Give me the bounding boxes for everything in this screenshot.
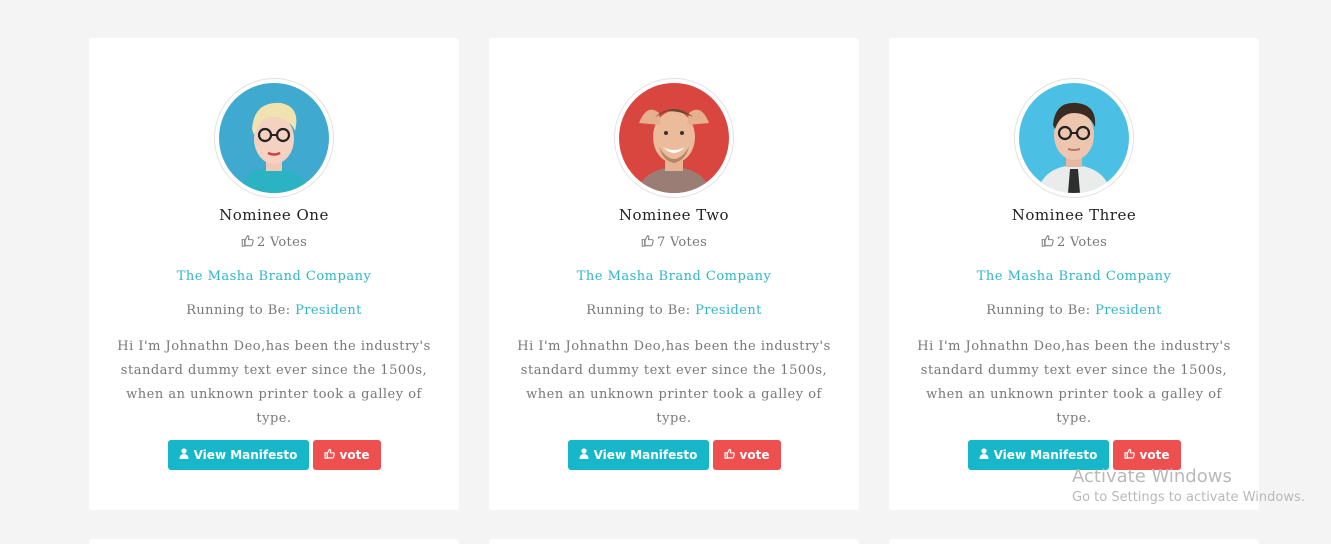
- view-manifesto-label: View Manifesto: [593, 448, 698, 462]
- avatar-frame: [1014, 78, 1134, 198]
- running-for: Running to Be: President: [889, 303, 1259, 318]
- view-manifesto-button[interactable]: View Manifesto: [167, 440, 309, 470]
- nominee-bio: Hi I'm Johnathn Deo,has been the industr…: [517, 339, 831, 426]
- thumbs-up-icon: [1123, 448, 1135, 462]
- avatar: [619, 83, 729, 193]
- user-icon: [979, 448, 989, 462]
- user-icon: [179, 448, 189, 462]
- card-actions: View Manifesto vote: [489, 440, 859, 470]
- card-actions: View Manifesto vote: [89, 440, 459, 470]
- nominee-name: Nominee Two: [618, 206, 730, 224]
- running-label: Running to Be:: [186, 303, 291, 318]
- running-label: Running to Be:: [986, 303, 1091, 318]
- nominee-bio: Hi I'm Johnathn Deo,has been the industr…: [917, 339, 1231, 426]
- vote-button-label: vote: [1139, 448, 1170, 462]
- view-manifesto-button[interactable]: View Manifesto: [567, 440, 709, 470]
- nominee-card: Nominee Three 2 Votes The Masha Brand Co…: [889, 38, 1259, 510]
- avatar: [1019, 83, 1129, 193]
- view-manifesto-label: View Manifesto: [193, 448, 298, 462]
- avatar-frame: [214, 78, 334, 198]
- vote-count-text: 2 Votes: [256, 235, 308, 250]
- thumbs-up-icon: [323, 448, 335, 462]
- thumbs-up-outline-icon: [241, 234, 254, 251]
- vote-button-label: vote: [339, 448, 370, 462]
- vote-button[interactable]: vote: [312, 440, 381, 470]
- avatar-frame: [614, 78, 734, 198]
- activate-windows-watermark: Activate Windows Go to Settings to activ…: [1072, 466, 1305, 505]
- avatar: [219, 83, 329, 193]
- vote-button[interactable]: vote: [712, 440, 781, 470]
- nominee-card-next-row: [489, 539, 859, 544]
- vote-count: 7 Votes: [489, 234, 859, 251]
- nominee-name: Nominee Three: [1011, 206, 1137, 224]
- vote-count: 2 Votes: [889, 234, 1259, 251]
- nominee-card: Nominee Two 7 Votes The Masha Brand Comp…: [489, 38, 859, 510]
- vote-count: 2 Votes: [89, 234, 459, 251]
- company-link[interactable]: The Masha Brand Company: [889, 269, 1259, 284]
- nominee-card-next-row: [89, 539, 459, 544]
- vote-count-text: 7 Votes: [656, 235, 708, 250]
- user-icon: [579, 448, 589, 462]
- nominee-bio: Hi I'm Johnathn Deo,has been the industr…: [117, 339, 431, 426]
- nominee-card-next-row: [889, 539, 1259, 544]
- running-for: Running to Be: President: [489, 303, 859, 318]
- nominee-card: Nominee One 2 Votes The Masha Brand Comp…: [89, 38, 459, 510]
- company-link[interactable]: The Masha Brand Company: [489, 269, 859, 284]
- thumbs-up-outline-icon: [1041, 234, 1054, 251]
- vote-button-label: vote: [739, 448, 770, 462]
- view-manifesto-label: View Manifesto: [993, 448, 1098, 462]
- thumbs-up-icon: [723, 448, 735, 462]
- nominee-name: Nominee One: [219, 206, 329, 224]
- running-label: Running to Be:: [586, 303, 691, 318]
- vote-count-text: 2 Votes: [1056, 235, 1108, 250]
- watermark-title: Activate Windows: [1072, 466, 1232, 487]
- role-link[interactable]: President: [695, 303, 762, 318]
- thumbs-up-outline-icon: [641, 234, 654, 251]
- watermark-subtitle: Go to Settings to activate Windows.: [1072, 490, 1305, 505]
- running-for: Running to Be: President: [89, 303, 459, 318]
- company-link[interactable]: The Masha Brand Company: [89, 269, 459, 284]
- role-link[interactable]: President: [295, 303, 362, 318]
- role-link[interactable]: President: [1095, 303, 1162, 318]
